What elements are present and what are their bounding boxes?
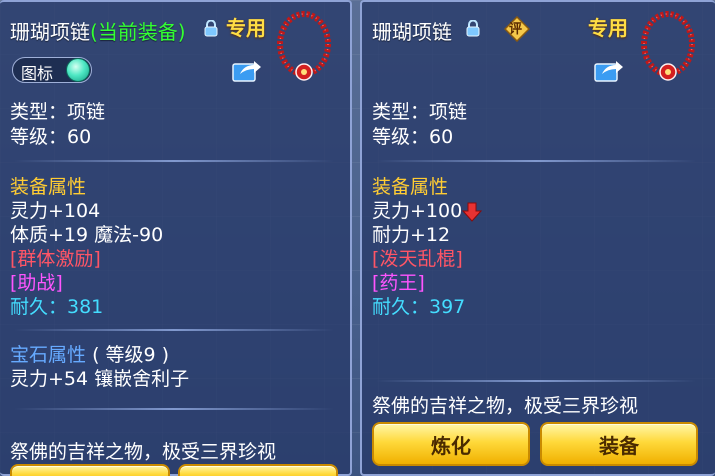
- item-type: 类型：项链: [372, 101, 468, 123]
- item-title: 珊瑚项链(当前装备): [10, 16, 186, 45]
- attr-heading: 装备属性: [372, 176, 449, 198]
- attr-line: 灵力+100: [372, 200, 463, 222]
- down-arrow-icon: [462, 202, 482, 222]
- special-effect: [助战]: [10, 272, 63, 294]
- compare-item-tooltip: 珊瑚项链 评 专用 类型：项链 等级：60 装备属性 灵力+100 耐力+12 …: [360, 0, 715, 476]
- coral-necklace-icon: [641, 11, 695, 81]
- special-skill: [群体激励]: [10, 248, 101, 270]
- share-icon[interactable]: [232, 58, 262, 82]
- coral-necklace-icon: [277, 11, 331, 81]
- lock-icon: [466, 20, 480, 37]
- gem-heading: 宝石属性 ( 等级9 ): [10, 344, 169, 366]
- icon-toggle-label: 图标: [21, 64, 54, 83]
- item-description: 祭佛的吉祥之物，极受三界珍视: [10, 441, 277, 463]
- gem-heading-label: 宝石属性: [10, 344, 87, 366]
- share-icon[interactable]: [594, 58, 624, 82]
- durability: 耐久：397: [372, 296, 466, 318]
- equip-button[interactable]: 装备: [540, 422, 698, 466]
- item-type: 类型：项链: [10, 101, 106, 123]
- equipped-item-tooltip: 珊瑚项链(当前装备) 专用 图标 类型：项链 等级：60 装备属性 灵力+104…: [0, 0, 352, 476]
- refine-button[interactable]: 炼化: [372, 422, 530, 466]
- divider: [14, 329, 334, 331]
- item-level: 等级：60: [372, 126, 454, 148]
- attr-line: 灵力+104: [10, 200, 101, 222]
- divider: [376, 160, 696, 162]
- attr-line: 体质+19 魔法-90: [10, 224, 164, 246]
- item-name: 珊瑚项链: [372, 20, 452, 44]
- button-partial[interactable]: [178, 464, 338, 476]
- divider: [14, 408, 334, 410]
- special-tag: 专用: [588, 16, 628, 40]
- special-effect: [药王]: [372, 272, 425, 294]
- special-skill: [泼天乱棍]: [372, 248, 463, 270]
- attr-heading: 装备属性: [10, 176, 87, 198]
- gem-line: 灵力+54 镶嵌舍利子: [10, 368, 190, 390]
- gem-level: ( 等级9 ): [92, 344, 170, 366]
- divider: [376, 380, 696, 382]
- button-partial[interactable]: [10, 464, 170, 476]
- item-description: 祭佛的吉祥之物，极受三界珍视: [372, 395, 639, 417]
- divider: [14, 160, 334, 162]
- toggle-knob: [66, 58, 90, 82]
- attr-line: 耐力+12: [372, 224, 451, 246]
- durability: 耐久：381: [10, 296, 104, 318]
- special-tag: 专用: [226, 16, 266, 40]
- item-level: 等级：60: [10, 126, 92, 148]
- item-name: 珊瑚项链: [10, 20, 90, 44]
- current-equipped-tag: (当前装备): [90, 20, 186, 44]
- rating-badge-label: 评: [509, 22, 523, 37]
- lock-icon: [204, 20, 218, 37]
- icon-toggle[interactable]: 图标: [12, 57, 92, 83]
